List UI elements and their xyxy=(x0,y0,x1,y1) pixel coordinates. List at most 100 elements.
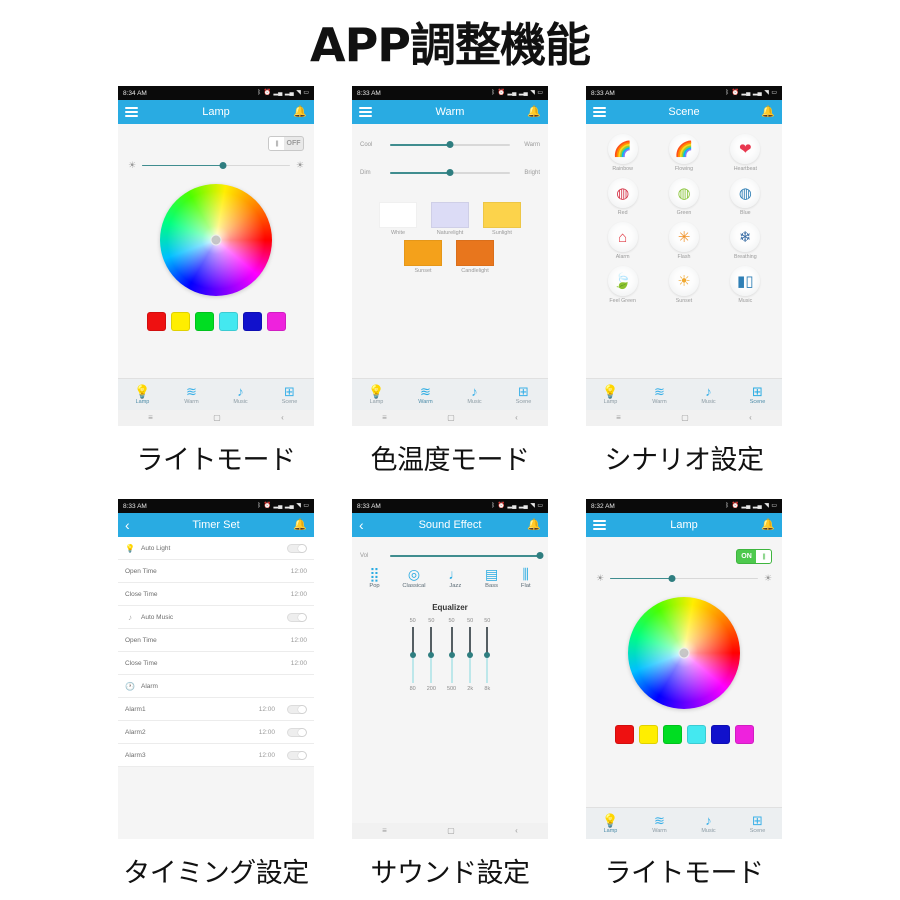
effect-pop[interactable]: ⣿ Pop xyxy=(369,567,379,589)
nav-menu-icon[interactable]: ≡ xyxy=(382,414,387,422)
effect-bass[interactable]: ▤ Bass xyxy=(485,567,498,589)
preset-sunlight[interactable]: Sunlight xyxy=(483,202,521,236)
color-wheel[interactable] xyxy=(160,184,272,296)
nav-back-icon[interactable]: ‹ xyxy=(749,414,752,422)
nav-back-icon[interactable]: ‹ xyxy=(281,414,284,422)
bell-icon[interactable]: 🔔 xyxy=(293,106,307,118)
nav-menu-icon[interactable]: ≡ xyxy=(382,827,387,835)
effect-jazz[interactable]: ♩ Jazz xyxy=(448,567,462,589)
scene-flash[interactable]: ✳ Flash xyxy=(653,222,714,260)
scene-rainbow[interactable]: 🌈 Rainbow xyxy=(592,134,653,172)
scene-blue[interactable]: ◍ Blue xyxy=(715,178,776,216)
table-row[interactable]: ♪ Auto Music xyxy=(118,606,314,629)
nav-home-icon[interactable]: ▢ xyxy=(681,414,689,422)
back-icon[interactable]: ‹ xyxy=(125,518,130,532)
hamburger-menu-icon[interactable] xyxy=(593,519,606,531)
scene-alarm[interactable]: ⌂ Alarm xyxy=(592,222,653,260)
tab-scene[interactable]: ⊞ Scene xyxy=(733,808,782,839)
hamburger-menu-icon[interactable] xyxy=(593,106,606,118)
nav-home-icon[interactable]: ▢ xyxy=(447,414,455,422)
color-swatch[interactable] xyxy=(686,725,706,744)
bell-icon[interactable]: 🔔 xyxy=(527,106,541,118)
bell-icon[interactable]: 🔔 xyxy=(293,519,307,531)
eq-slider[interactable] xyxy=(428,627,435,683)
table-row[interactable]: Close Time 12:00 xyxy=(118,652,314,675)
tab-music[interactable]: ♪ Music xyxy=(684,808,733,839)
bell-icon[interactable]: 🔔 xyxy=(761,106,775,118)
back-icon[interactable]: ‹ xyxy=(359,518,364,532)
power-toggle[interactable]: ||| OFF xyxy=(268,136,304,151)
bell-icon[interactable]: 🔔 xyxy=(527,519,541,531)
row-toggle[interactable] xyxy=(287,727,307,737)
color-swatch[interactable] xyxy=(170,312,190,331)
color-swatch[interactable] xyxy=(218,312,238,331)
scene-sunset[interactable]: ☀ Sunset xyxy=(653,266,714,304)
preset-naturelight[interactable]: Naturelight xyxy=(431,202,469,236)
hamburger-menu-icon[interactable] xyxy=(359,106,372,118)
tab-scene[interactable]: ⊞ Scene xyxy=(733,379,782,410)
row-toggle[interactable] xyxy=(287,750,307,760)
row-toggle[interactable] xyxy=(287,612,307,622)
row-toggle[interactable] xyxy=(287,543,307,553)
cool-warm-slider[interactable] xyxy=(390,141,510,149)
table-row[interactable]: Close Time 12:00 xyxy=(118,583,314,606)
row-toggle[interactable] xyxy=(287,704,307,714)
table-row[interactable]: 💡 Auto Light xyxy=(118,537,314,560)
tab-music[interactable]: ♪ Music xyxy=(684,379,733,410)
power-toggle[interactable]: ON ||| xyxy=(736,549,772,564)
table-row[interactable]: Alarm1 12:00 xyxy=(118,698,314,721)
scene-feel-green[interactable]: 🍃 Feel Green xyxy=(592,266,653,304)
tab-warm[interactable]: ≋ Warm xyxy=(635,379,684,410)
tab-lamp[interactable]: 💡 Lamp xyxy=(352,379,401,410)
scene-breathing[interactable]: ❄ Breathing xyxy=(715,222,776,260)
tab-lamp[interactable]: 💡 Lamp xyxy=(586,379,635,410)
scene-green[interactable]: ◍ Green xyxy=(653,178,714,216)
color-swatch[interactable] xyxy=(614,725,634,744)
nav-menu-icon[interactable]: ≡ xyxy=(148,414,153,422)
table-row[interactable]: Alarm2 12:00 xyxy=(118,721,314,744)
eq-slider[interactable] xyxy=(467,627,474,683)
color-wheel[interactable] xyxy=(628,597,740,709)
hamburger-menu-icon[interactable] xyxy=(125,106,138,118)
effect-classical[interactable]: ◎ Classical xyxy=(402,567,425,589)
table-row[interactable]: 🕐 Alarm xyxy=(118,675,314,698)
color-swatch[interactable] xyxy=(734,725,754,744)
color-wheel-handle[interactable] xyxy=(678,647,690,659)
scene-music[interactable]: ▮▯ Music xyxy=(715,266,776,304)
brightness-slider[interactable] xyxy=(142,161,290,169)
nav-home-icon[interactable]: ▢ xyxy=(213,414,221,422)
color-swatch[interactable] xyxy=(710,725,730,744)
scene-heartbeat[interactable]: ❤ Heartbeat xyxy=(715,134,776,172)
effect-flat[interactable]: ⫼ Flat xyxy=(521,567,531,589)
tab-warm[interactable]: ≋ Warm xyxy=(167,379,216,410)
nav-home-icon[interactable]: ▢ xyxy=(447,827,455,835)
tab-lamp[interactable]: 💡 Lamp xyxy=(586,808,635,839)
table-row[interactable]: Open Time 12:00 xyxy=(118,560,314,583)
color-swatch[interactable] xyxy=(638,725,658,744)
tab-warm[interactable]: ≋ Warm xyxy=(401,379,450,410)
eq-slider[interactable] xyxy=(484,627,491,683)
tab-warm[interactable]: ≋ Warm xyxy=(635,808,684,839)
color-swatch[interactable] xyxy=(242,312,262,331)
table-row[interactable]: Alarm3 12:00 xyxy=(118,744,314,767)
bell-icon[interactable]: 🔔 xyxy=(761,519,775,531)
preset-sunset[interactable]: Sunset xyxy=(404,240,442,274)
dim-bright-slider[interactable] xyxy=(390,169,510,177)
nav-back-icon[interactable]: ‹ xyxy=(515,827,518,835)
brightness-slider[interactable] xyxy=(610,574,758,582)
preset-white[interactable]: White xyxy=(379,202,417,236)
eq-slider[interactable] xyxy=(448,627,455,683)
scene-flowing[interactable]: 🌈 Flowing xyxy=(653,134,714,172)
tab-music[interactable]: ♪ Music xyxy=(450,379,499,410)
preset-candlelight[interactable]: Candlelight xyxy=(456,240,494,274)
table-row[interactable]: Open Time 12:00 xyxy=(118,629,314,652)
volume-slider[interactable] xyxy=(390,552,544,560)
color-swatch[interactable] xyxy=(266,312,286,331)
color-wheel-handle[interactable] xyxy=(210,234,222,246)
eq-slider[interactable] xyxy=(409,627,416,683)
scene-red[interactable]: ◍ Red xyxy=(592,178,653,216)
tab-music[interactable]: ♪ Music xyxy=(216,379,265,410)
color-swatch[interactable] xyxy=(146,312,166,331)
color-swatch[interactable] xyxy=(662,725,682,744)
nav-menu-icon[interactable]: ≡ xyxy=(616,414,621,422)
